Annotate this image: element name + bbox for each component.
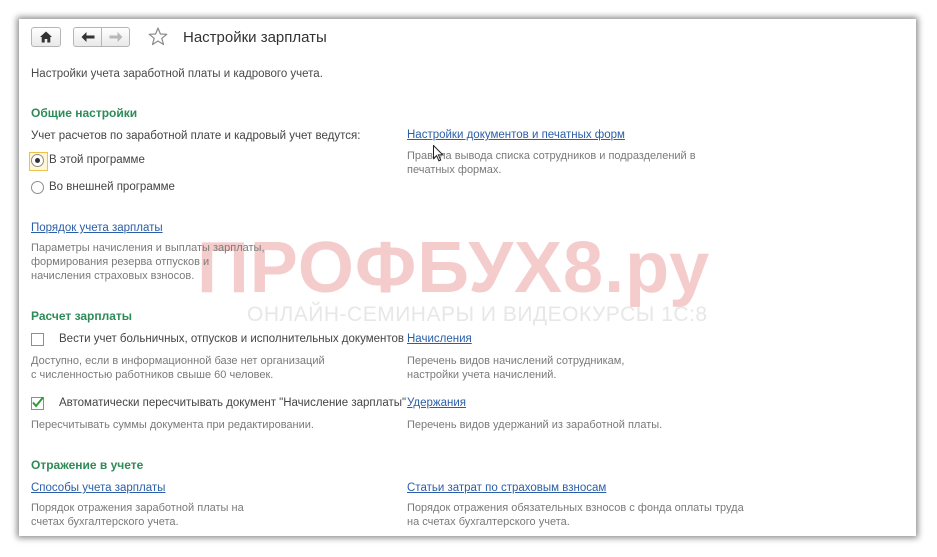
page-description: Настройки учета заработной платы и кадро…: [31, 68, 323, 80]
watermark-tagline: ОНЛАЙН-СЕМИНАРЫ И ВИДЕОКУРСЫ 1С:8: [247, 303, 708, 326]
sick-leave-checkbox[interactable]: [31, 333, 44, 346]
arrow-left-icon: [81, 32, 94, 42]
accruals-hint: Перечень видов начислений сотрудникам, н…: [407, 355, 625, 381]
arrow-right-icon: [109, 32, 122, 42]
accruals-link[interactable]: Начисления: [407, 333, 472, 345]
checkmark-icon: [32, 396, 44, 408]
cost-items-link[interactable]: Статьи затрат по страховым взносам: [407, 482, 606, 494]
payroll-procedure-link[interactable]: Порядок учета зарплаты: [31, 222, 163, 234]
sick-leave-label[interactable]: Вести учет больничных, отпусков и исполн…: [59, 333, 404, 345]
deductions-hint: Перечень видов удержаний из заработной п…: [407, 419, 663, 431]
sick-leave-hint: Доступно, если в информационной базе нет…: [31, 355, 325, 381]
accounting-methods-link[interactable]: Способы учета зарплаты: [31, 482, 165, 494]
accounting-methods-hint: Порядок отражения заработной платы на сч…: [31, 502, 244, 528]
docs-settings-hint: Правила вывода списка сотрудников и подр…: [407, 150, 696, 176]
radio-external-program[interactable]: [31, 181, 44, 194]
watermark-brand: ПРОФБУХ8.ру: [197, 228, 711, 308]
page-title: Настройки зарплаты: [183, 29, 327, 46]
home-button[interactable]: [31, 27, 61, 47]
auto-recalc-label[interactable]: Автоматически пересчитывать документ "На…: [59, 397, 406, 409]
favorite-star-icon[interactable]: [148, 27, 168, 46]
settings-window: ПРОФБУХ8.ру ОНЛАЙН-СЕМИНАРЫ И ВИДЕОКУРСЫ…: [19, 19, 916, 536]
radio-external-program-label[interactable]: Во внешней программе: [49, 181, 175, 193]
payroll-procedure-hint: Параметры начисления и выплаты зарплаты,…: [31, 242, 265, 282]
home-icon: [40, 31, 52, 43]
radio-this-program[interactable]: [31, 154, 44, 167]
section-heading-reflection: Отражение в учете: [31, 458, 144, 472]
auto-recalc-hint: Пересчитывать суммы документа при редакт…: [31, 419, 314, 431]
section-heading-general: Общие настройки: [31, 106, 138, 120]
docs-settings-link[interactable]: Настройки документов и печатных форм: [407, 129, 625, 141]
back-button[interactable]: [73, 27, 102, 47]
auto-recalc-checkbox[interactable]: [31, 396, 44, 410]
section-heading-calc: Расчет зарплаты: [31, 309, 133, 323]
cost-items-hint: Порядок отражения обязательных взносов с…: [407, 502, 744, 528]
radio-this-program-label[interactable]: В этой программе: [49, 154, 145, 166]
mouse-cursor-icon: [433, 145, 444, 162]
forward-button[interactable]: [101, 27, 130, 47]
accounting-question-label: Учет расчетов по заработной плате и кадр…: [31, 130, 361, 142]
deductions-link[interactable]: Удержания: [407, 397, 466, 409]
